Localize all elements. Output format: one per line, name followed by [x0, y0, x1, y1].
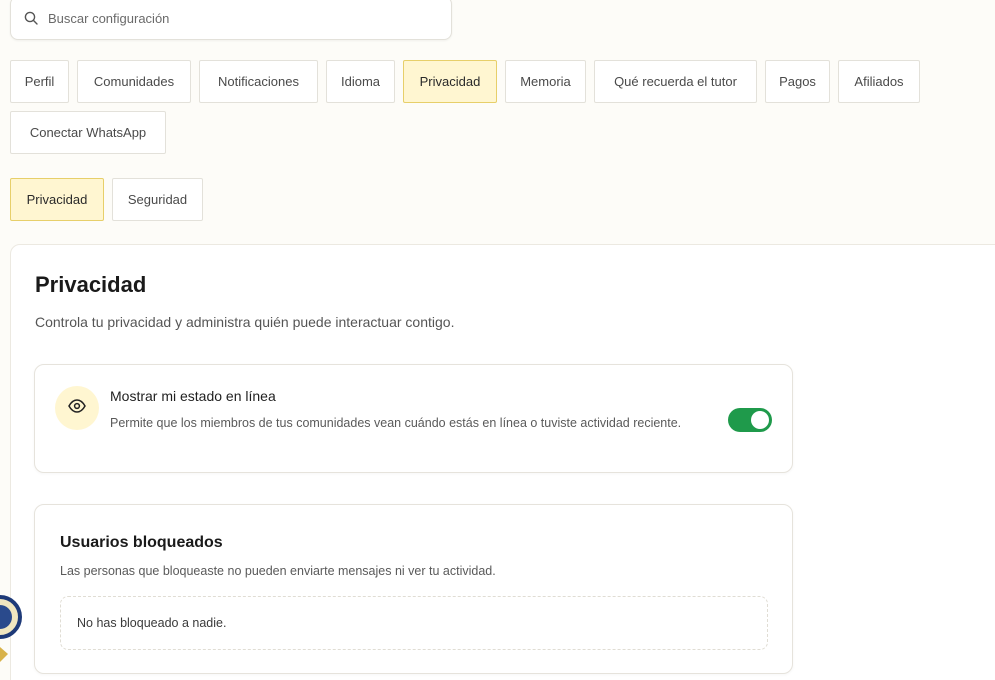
tab-pagos[interactable]: Pagos — [765, 60, 830, 103]
tab-afiliados[interactable]: Afiliados — [838, 60, 920, 103]
tab-conectar-whatsapp[interactable]: Conectar WhatsApp — [10, 111, 166, 154]
settings-page: Perfil Comunidades Notificaciones Idioma… — [0, 0, 995, 680]
subtab-privacidad[interactable]: Privacidad — [10, 178, 104, 221]
tab-idioma[interactable]: Idioma — [326, 60, 395, 103]
search-box[interactable] — [10, 0, 452, 40]
blocked-users-title: Usuarios bloqueados — [60, 534, 223, 551]
online-status-description: Permite que los miembros de tus comunida… — [110, 416, 682, 430]
tab-perfil[interactable]: Perfil — [10, 60, 69, 103]
toggle-knob — [751, 411, 769, 429]
page-title: Privacidad — [35, 272, 147, 297]
search-icon — [24, 10, 40, 26]
tab-notificaciones[interactable]: Notificaciones — [199, 60, 318, 103]
tab-memoria[interactable]: Memoria — [505, 60, 586, 103]
subtab-seguridad[interactable]: Seguridad — [112, 178, 203, 221]
blocked-users-description: Las personas que bloqueaste no pueden en… — [60, 564, 496, 578]
blocked-users-empty-state: No has bloqueado a nadie. — [60, 596, 768, 650]
eye-icon — [68, 398, 86, 418]
tab-comunidades[interactable]: Comunidades — [77, 60, 191, 103]
search-input[interactable] — [48, 10, 428, 26]
online-status-title: Mostrar mi estado en línea — [110, 388, 276, 404]
page-subtitle: Controla tu privacidad y administra quié… — [35, 314, 455, 330]
tab-que-recuerda-el-tutor[interactable]: Qué recuerda el tutor — [594, 60, 757, 103]
badge-logo — [0, 562, 22, 672]
eye-icon-container — [55, 386, 99, 430]
online-status-toggle[interactable] — [728, 408, 772, 432]
tab-privacidad[interactable]: Privacidad — [403, 60, 497, 103]
